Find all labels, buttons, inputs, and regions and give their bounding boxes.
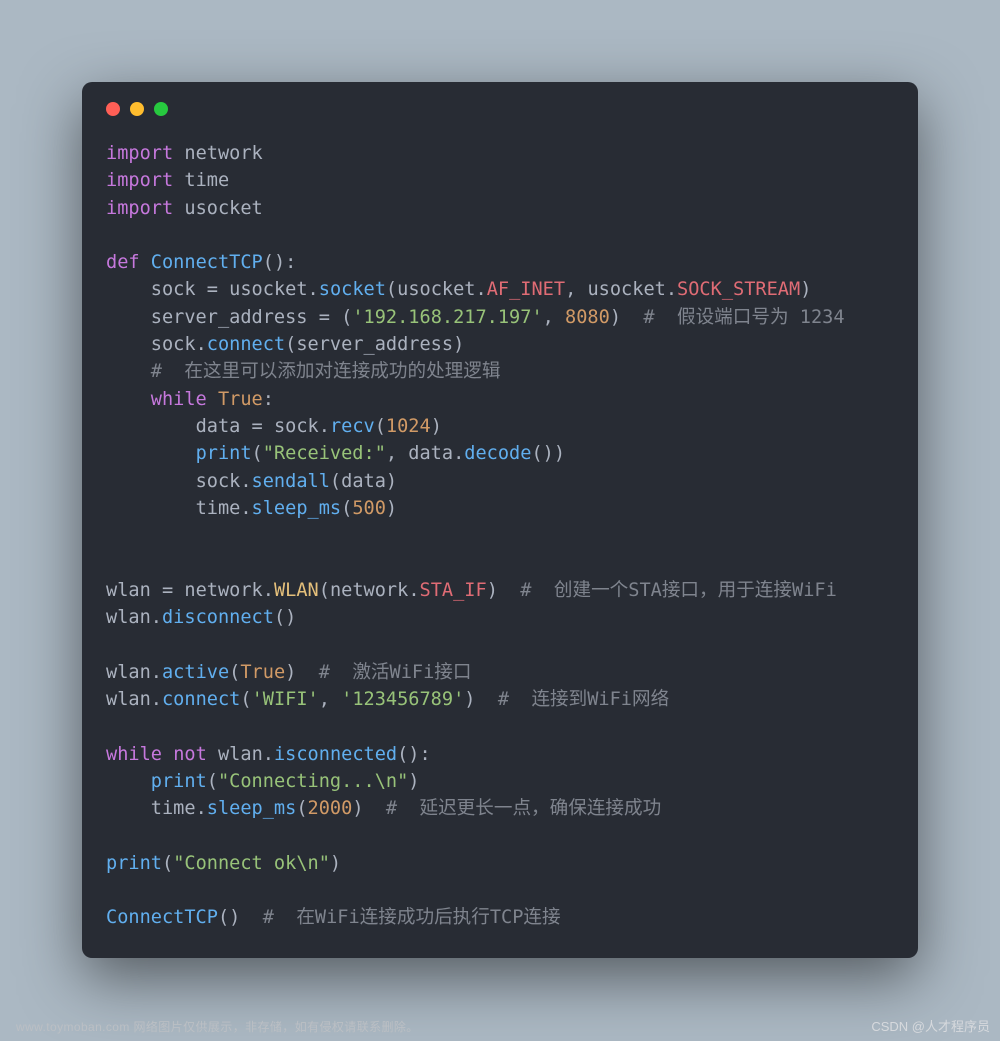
zoom-icon[interactable] [154,102,168,116]
close-icon[interactable] [106,102,120,116]
minimize-icon[interactable] [130,102,144,116]
kw-import: import [106,143,173,164]
window-traffic-lights [82,82,918,116]
footer-disclaimer: www.toymoban.com 网络图片仅供展示，非存储，如有侵权请联系删除。 [16,1018,419,1035]
mod-network: network [184,143,262,164]
code-window: import network import time import usocke… [82,82,918,958]
code-block: import network import time import usocke… [82,116,918,958]
footer-watermark: CSDN @人才程序员 [871,1016,990,1035]
fn-connecttcp: ConnectTCP [151,252,263,273]
kw-def: def [106,252,140,273]
